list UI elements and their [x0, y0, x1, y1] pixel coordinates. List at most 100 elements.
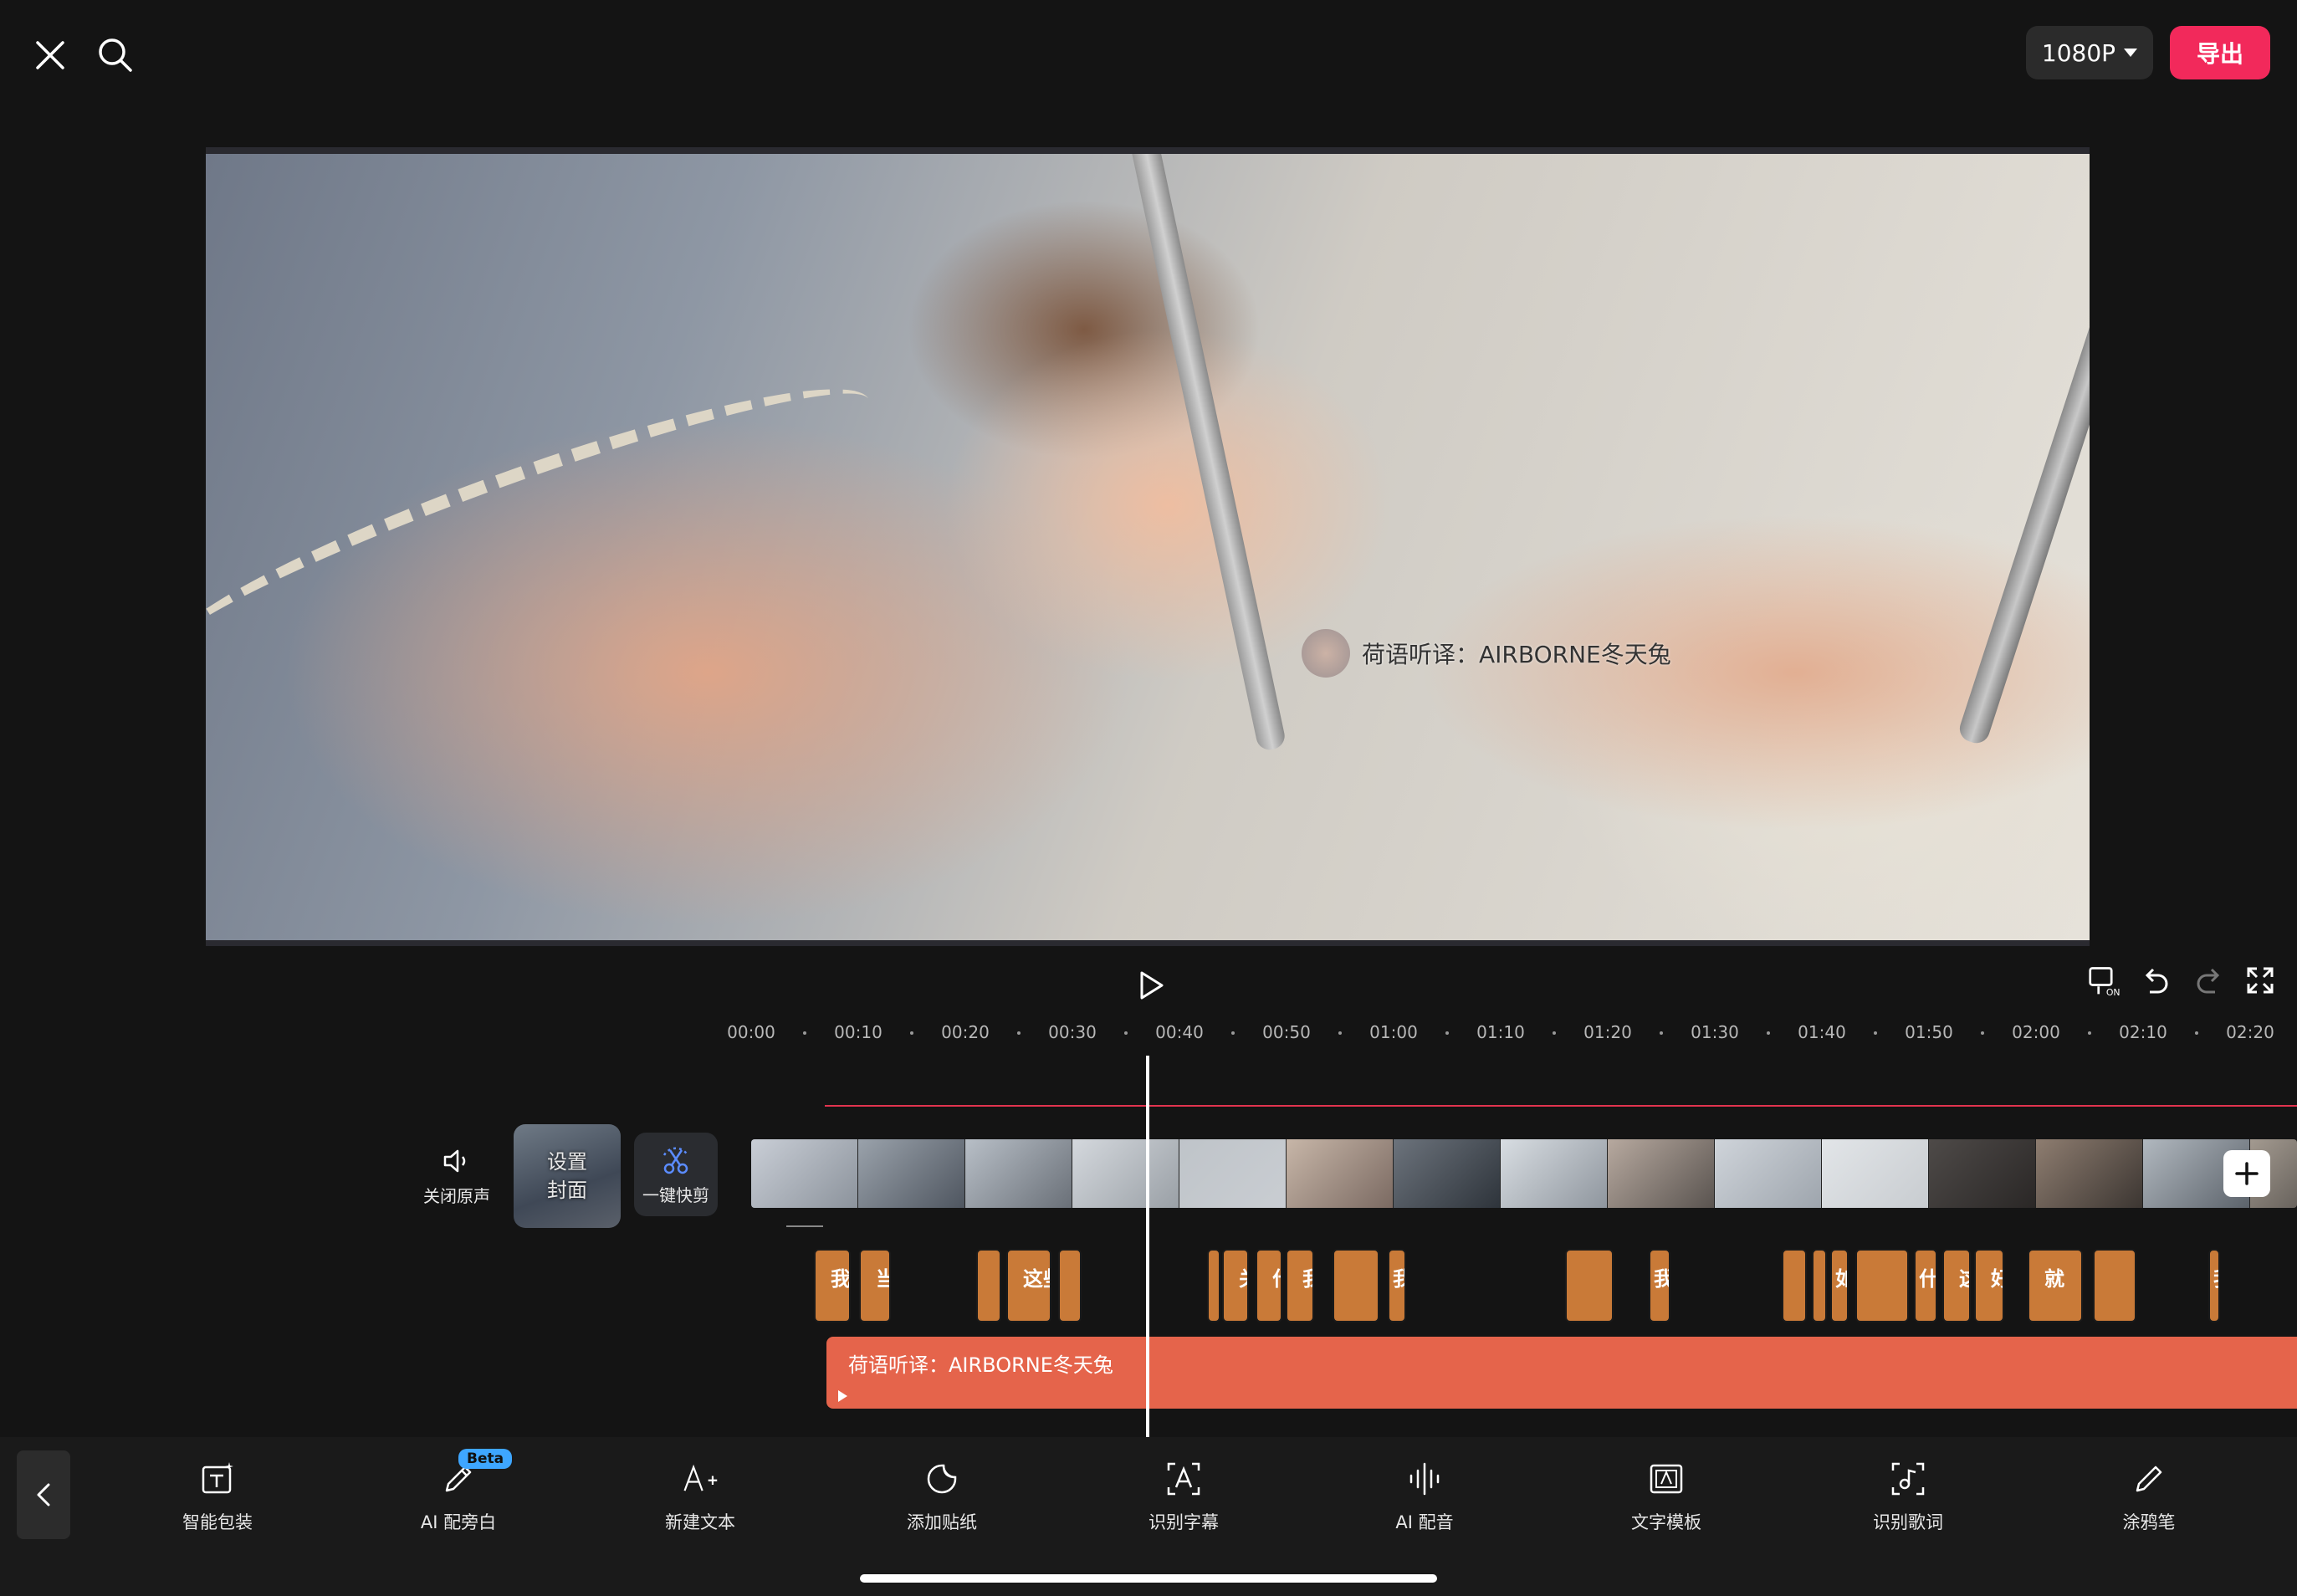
subtitle-clip[interactable] — [1207, 1249, 1220, 1322]
cover-label: 设置封面 — [547, 1150, 587, 1202]
subtitle-clip[interactable]: 什 — [1256, 1249, 1282, 1322]
subtitle-clip[interactable] — [1565, 1249, 1614, 1322]
home-indicator — [860, 1574, 1437, 1583]
play-small-icon — [838, 1390, 847, 1402]
subtitle-clip[interactable]: 如果 — [1830, 1249, 1849, 1322]
ruler-tick-label: 00:50 — [1262, 1022, 1311, 1042]
ruler-dot — [1981, 1031, 1984, 1035]
sticker-icon — [927, 1464, 957, 1494]
video-frame-thumbnail — [1072, 1139, 1179, 1208]
ruler-dot — [1767, 1031, 1770, 1035]
play-icon — [1140, 971, 1164, 1000]
export-button[interactable]: 导出 — [2170, 26, 2270, 79]
tool-doodle-pen[interactable]: 涂鸦笔 — [2078, 1460, 2220, 1534]
subtitle-clip[interactable]: 什么 — [1914, 1249, 1937, 1322]
tool-new-text[interactable]: 新建文本 — [629, 1460, 771, 1534]
subtitle-clip[interactable]: 我觉 — [1649, 1249, 1670, 1322]
ruler-dot — [1124, 1031, 1128, 1035]
fullscreen-icon — [2247, 967, 2274, 994]
ruler-dot — [1553, 1031, 1556, 1035]
set-cover-button[interactable]: 设置封面 — [514, 1124, 621, 1228]
subtitle-clip[interactable] — [1855, 1249, 1909, 1322]
tool-add-sticker[interactable]: 添加贴纸 — [871, 1460, 1013, 1534]
quick-cut-icon — [662, 1147, 689, 1174]
playhead[interactable] — [1146, 1056, 1149, 1437]
ruler-tick-label: 02:00 — [2012, 1022, 2060, 1042]
subtitle-clip[interactable] — [1333, 1249, 1379, 1322]
subtitle-clip[interactable] — [976, 1249, 1001, 1322]
tool-ai-voice[interactable]: AI 配音 — [1353, 1460, 1496, 1534]
time-ruler[interactable]: 00:00 00:10 00:20 00:30 00:40 00:50 01:00 01:10… — [727, 1022, 2297, 1047]
play-button[interactable] — [1133, 969, 1167, 1002]
tool-recognize-lyrics[interactable]: 识别歌词 — [1837, 1460, 1979, 1534]
subtitle-clip[interactable]: 就 — [2028, 1249, 2083, 1322]
mute-label: 关闭原声 — [423, 1185, 490, 1206]
subtitle-clip[interactable] — [2093, 1249, 2136, 1322]
audio-level-line — [825, 1105, 2297, 1107]
quick-cut-label: 一键快剪 — [642, 1184, 709, 1205]
tool-smart-pack[interactable]: 智能包装 — [146, 1460, 289, 1534]
keyframe-toggle[interactable]: ON — [2088, 964, 2121, 998]
ruler-dot — [2088, 1031, 2091, 1035]
redo-button[interactable] — [2192, 964, 2225, 997]
video-frame-thumbnail — [1822, 1139, 1929, 1208]
watermark-logo-icon — [1302, 629, 1350, 678]
ruler-tick-label: 00:40 — [1155, 1022, 1204, 1042]
ruler-tick-label: 02:20 — [2226, 1022, 2274, 1042]
video-preview[interactable]: 荷语听译：AIRBORNE冬天兔 — [206, 154, 2090, 940]
watermark: 荷语听译：AIRBORNE冬天兔 — [1302, 629, 1671, 678]
resolution-dropdown[interactable]: 1080P — [2026, 26, 2153, 79]
video-frame-thumbnail — [1394, 1139, 1501, 1208]
ruler-dot — [1338, 1031, 1342, 1035]
new-text-icon — [683, 1464, 718, 1491]
subtitle-clip[interactable] — [1058, 1249, 1082, 1322]
video-frame-thumbnail — [2036, 1139, 2143, 1208]
chevron-left-icon — [37, 1483, 50, 1506]
video-frame-thumbnail — [858, 1139, 965, 1208]
mute-original-button[interactable]: 关闭原声 — [417, 1139, 497, 1215]
search-button[interactable] — [95, 35, 136, 75]
subtitle-clip[interactable]: 这 — [1942, 1249, 1971, 1322]
speaker-icon — [443, 1149, 466, 1172]
ruler-tick-label: 01:30 — [1691, 1022, 1739, 1042]
video-track[interactable] — [751, 1139, 2297, 1208]
subtitle-clip[interactable]: 我 — [814, 1249, 851, 1322]
close-icon — [36, 41, 64, 69]
text-track-clip[interactable]: 荷语听译：AIRBORNE冬天兔 — [826, 1337, 2297, 1409]
subtitle-clip[interactable]: 我 — [2208, 1249, 2220, 1322]
ruler-tick-label: 00:00 — [727, 1022, 775, 1042]
video-frame-thumbnail — [1501, 1139, 1608, 1208]
subtitle-clip[interactable] — [1812, 1249, 1827, 1322]
tool-text-template[interactable]: 文字模板 — [1595, 1460, 1737, 1534]
subtitle-clip[interactable]: 当 — [859, 1249, 891, 1322]
ruler-dot — [803, 1031, 806, 1035]
quick-cut-button[interactable]: 一键快剪 — [634, 1133, 718, 1216]
doodle-pen-icon — [2136, 1466, 2162, 1492]
ruler-dot — [2195, 1031, 2198, 1035]
ruler-tick-label: 01:10 — [1476, 1022, 1525, 1042]
video-frame-thumbnail — [751, 1139, 858, 1208]
subtitle-clip[interactable]: 好的 — [1974, 1249, 2004, 1322]
video-frame-thumbnail — [1608, 1139, 1715, 1208]
close-button[interactable] — [32, 37, 69, 74]
tool-recognize-subtitle[interactable]: 识别字幕 — [1113, 1460, 1255, 1534]
subtitle-clip[interactable]: 关 — [1222, 1249, 1249, 1322]
subtitle-clip[interactable] — [1782, 1249, 1807, 1322]
back-button[interactable] — [17, 1450, 70, 1539]
tool-ai-narration[interactable]: AI 配旁白 — [387, 1460, 529, 1534]
ruler-dot — [910, 1031, 913, 1035]
keyframe-on-icon: ON — [2089, 967, 2121, 998]
ruler-tick-label: 01:00 — [1369, 1022, 1418, 1042]
undo-button[interactable] — [2140, 964, 2173, 997]
beta-badge: Beta — [458, 1449, 513, 1469]
track-indicator — [786, 1225, 823, 1227]
subtitle-clip[interactable]: 这些 — [1006, 1249, 1051, 1322]
recognize-subtitle-icon — [1167, 1462, 1200, 1496]
fullscreen-button[interactable] — [2243, 964, 2277, 997]
ruler-dot — [1017, 1031, 1021, 1035]
add-clip-button[interactable] — [2223, 1150, 2270, 1197]
subtitle-clip[interactable]: 我的 — [1388, 1249, 1406, 1322]
video-frame-thumbnail — [1179, 1139, 1287, 1208]
subtitle-clip[interactable]: 我 — [1286, 1249, 1314, 1322]
video-frame-thumbnail — [1929, 1139, 2036, 1208]
